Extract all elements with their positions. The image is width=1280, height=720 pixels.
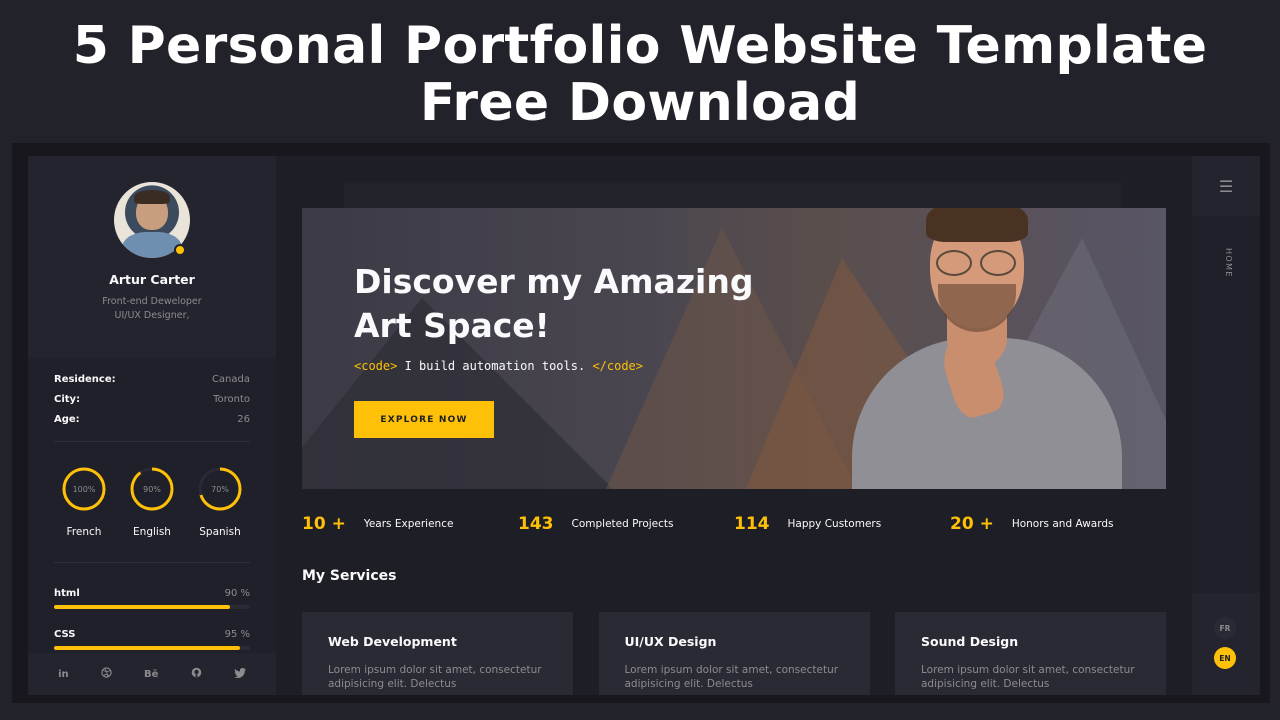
- skill-label: CSS: [54, 629, 76, 640]
- language-label: Spanish: [199, 526, 241, 538]
- skill-bar: [54, 646, 250, 650]
- info-key: City:: [54, 394, 81, 405]
- service-description: Lorem ipsum dolor sit amet, consectetur …: [328, 664, 542, 690]
- right-nav-rail: ☰ HOME FR EN: [1192, 156, 1260, 695]
- skill-bar-fill: [54, 605, 231, 609]
- service-card-sound-design[interactable]: Sound Design Lorem ipsum dolor sit amet,…: [895, 612, 1166, 695]
- stat-label: Happy Customers: [787, 518, 882, 530]
- skill-css: CSS 95 %: [54, 629, 250, 650]
- stat-label: Honors and Awards: [1011, 518, 1114, 530]
- service-title: UI/UX Design: [624, 634, 717, 649]
- info-value: 26: [237, 414, 250, 425]
- language-skills: 100% French 90% English 70% Spanish: [54, 466, 250, 538]
- profile-role: Front-end Deweloper UI/UX Designer,: [28, 295, 276, 323]
- service-card-web-development[interactable]: Web Development Lorem ipsum dolor sit am…: [302, 612, 573, 695]
- hamburger-icon[interactable]: ☰: [1192, 156, 1260, 216]
- info-row-city: City: Toronto: [54, 394, 250, 414]
- service-description: Lorem ipsum dolor sit amet, consectetur …: [624, 664, 839, 690]
- language-english: 90% English: [122, 466, 182, 538]
- language-spanish: 70% Spanish: [190, 466, 250, 538]
- stats-row: 10 + Years Experience 143 Completed Proj…: [302, 514, 1166, 534]
- service-title: Web Development: [328, 634, 457, 649]
- top-bar: [344, 182, 1122, 208]
- personal-info: Residence: Canada City: Toronto Age: 26: [54, 374, 250, 434]
- stat-number: 114: [734, 514, 770, 534]
- stat-years-experience: 10 + Years Experience: [302, 514, 518, 534]
- stat-number: 20 +: [950, 514, 994, 534]
- stat-label: Years Experience: [363, 518, 454, 530]
- hero-person-image: [852, 208, 1166, 489]
- skill-percent: 90 %: [224, 588, 250, 599]
- profile-card: Artur Carter Front-end Deweloper UI/UX D…: [28, 156, 276, 358]
- headline-line-2: Free Download: [419, 73, 861, 133]
- profile-role-line-1: Front-end Deweloper: [102, 296, 202, 307]
- profile-role-line-2: UI/UX Designer,: [114, 310, 190, 321]
- info-value: Toronto: [213, 394, 250, 405]
- info-row-age: Age: 26: [54, 414, 250, 434]
- behance-icon[interactable]: Bē: [144, 669, 158, 680]
- code-close-tag: </code>: [592, 359, 644, 373]
- language-french: 100% French: [54, 466, 114, 538]
- hero-title: Discover my Amazing Art Space!: [354, 262, 754, 345]
- service-title: Sound Design: [921, 634, 1019, 649]
- skill-bar: [54, 605, 250, 609]
- info-value: Canada: [211, 374, 250, 385]
- code-open-tag: <code>: [354, 359, 398, 373]
- lang-button-en[interactable]: EN: [1214, 647, 1236, 669]
- nav-item-home[interactable]: HOME: [1224, 248, 1233, 278]
- services-heading: My Services: [302, 568, 397, 584]
- skill-bar-fill: [54, 646, 241, 650]
- language-percent: 70%: [211, 485, 229, 494]
- divider: [54, 441, 250, 442]
- code-text: I build automation tools.: [397, 359, 593, 373]
- services-cards: Web Development Lorem ipsum dolor sit am…: [302, 612, 1166, 695]
- language-ring: 70%: [198, 467, 242, 511]
- language-switcher: FR EN: [1192, 593, 1260, 695]
- language-ring: 100%: [62, 467, 106, 511]
- github-icon[interactable]: [191, 667, 202, 681]
- portfolio-app: Artur Carter Front-end Deweloper UI/UX D…: [28, 156, 1260, 695]
- language-percent: 100%: [73, 485, 96, 494]
- skill-percent: 95 %: [224, 629, 250, 640]
- stat-honors-awards: 20 + Honors and Awards: [950, 514, 1166, 534]
- stat-number: 143: [518, 514, 554, 534]
- twitter-icon[interactable]: [233, 667, 246, 681]
- dribbble-icon[interactable]: [101, 667, 112, 681]
- lang-button-fr[interactable]: FR: [1214, 617, 1236, 639]
- explore-now-button[interactable]: EXPLORE NOW: [354, 401, 494, 438]
- info-key: Age:: [54, 414, 80, 425]
- language-label: English: [133, 526, 171, 538]
- page-headline: 5 Personal Portfolio Website Template Fr…: [0, 18, 1280, 132]
- main-content: Discover my Amazing Art Space! <code> I …: [276, 156, 1192, 695]
- profile-name: Artur Carter: [109, 272, 195, 287]
- service-description: Lorem ipsum dolor sit amet, consectetur …: [921, 664, 1135, 690]
- stat-number: 10 +: [302, 514, 346, 534]
- stat-happy-customers: 114 Happy Customers: [734, 514, 950, 534]
- hero-code-line: <code> I build automation tools. </code>: [354, 359, 643, 373]
- headline-line-1: 5 Personal Portfolio Website Template: [72, 16, 1208, 76]
- info-row-residence: Residence: Canada: [54, 374, 250, 394]
- skill-label: html: [54, 588, 80, 599]
- info-key: Residence:: [54, 374, 116, 385]
- language-percent: 90%: [143, 485, 161, 494]
- social-links: in Bē: [28, 653, 276, 695]
- language-label: French: [66, 526, 102, 538]
- language-ring: 90%: [130, 467, 174, 511]
- divider: [54, 562, 250, 563]
- stat-completed-projects: 143 Completed Projects: [518, 514, 734, 534]
- linkedin-icon[interactable]: in: [58, 669, 69, 680]
- online-status-dot: [174, 244, 186, 256]
- skill-html: html 90 %: [54, 588, 250, 609]
- stat-label: Completed Projects: [571, 518, 674, 530]
- service-card-ui-ux-design[interactable]: UI/UX Design Lorem ipsum dolor sit amet,…: [598, 612, 870, 695]
- sidebar: Artur Carter Front-end Deweloper UI/UX D…: [28, 156, 276, 695]
- hero-banner: Discover my Amazing Art Space! <code> I …: [302, 208, 1166, 489]
